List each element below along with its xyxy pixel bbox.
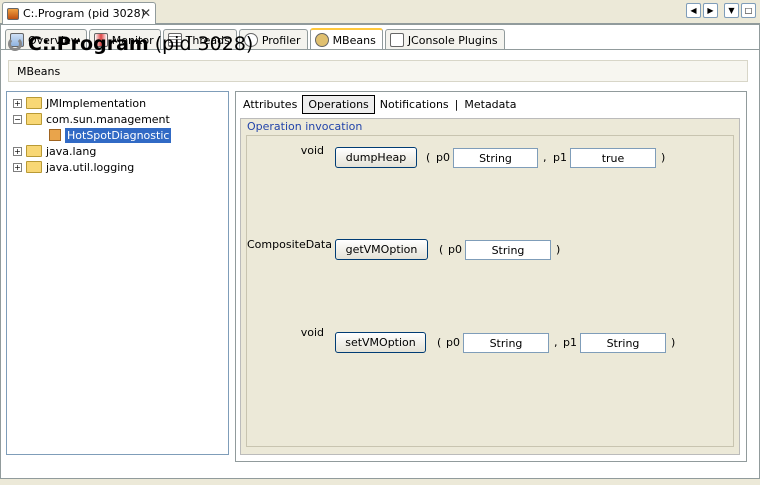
param-label: p1 bbox=[563, 336, 577, 349]
tree-node-label: java.util.logging bbox=[46, 160, 135, 174]
subtab-notifications[interactable]: Notifications bbox=[375, 96, 454, 113]
param-label: p1 bbox=[553, 151, 567, 164]
param-label: p0 bbox=[436, 151, 450, 164]
return-type: void bbox=[300, 144, 324, 157]
getvmoption-button[interactable]: getVMOption bbox=[335, 239, 428, 260]
paren-close: ) bbox=[556, 243, 561, 256]
subtab-metadata[interactable]: Metadata bbox=[459, 96, 521, 113]
tab-label: MBeans bbox=[332, 33, 376, 47]
tree-node-label: com.sun.management bbox=[46, 112, 170, 126]
page-title-name: C:.Program bbox=[28, 33, 149, 55]
mbeans-icon bbox=[314, 33, 329, 47]
plugins-icon bbox=[389, 33, 404, 47]
page-title: C:.Program (pid 3028) bbox=[8, 32, 253, 56]
page-title-pid: (pid 3028) bbox=[154, 33, 254, 55]
document-tabbar: C:.Program (pid 3028) ✕ ◀ ▶ ▼ □ bbox=[0, 0, 760, 24]
subtab-attributes[interactable]: Attributes bbox=[238, 96, 302, 113]
folder-icon bbox=[26, 97, 42, 109]
menu-dropdown-button[interactable]: ▼ bbox=[724, 3, 739, 18]
operation-list: void dumpHeap ( p0 String , p1 true ) Co… bbox=[246, 135, 734, 447]
tree-node-com-sun-management[interactable]: − com.sun.management bbox=[13, 111, 170, 127]
setvmoption-button[interactable]: setVMOption bbox=[335, 332, 426, 353]
maximize-button[interactable]: □ bbox=[741, 3, 756, 18]
tab-label: JConsole Plugins bbox=[407, 33, 498, 47]
param-field-p1[interactable]: true bbox=[570, 148, 656, 168]
loading-spinner-icon bbox=[8, 37, 22, 51]
expand-icon[interactable]: + bbox=[13, 162, 22, 172]
param-field-p0[interactable]: String bbox=[453, 148, 538, 168]
paren-close: ) bbox=[671, 336, 676, 349]
return-type: CompositeData bbox=[247, 238, 332, 251]
mbean-icon bbox=[49, 129, 61, 141]
expand-icon[interactable]: + bbox=[13, 146, 22, 156]
breadcrumb: MBeans bbox=[8, 60, 748, 82]
bottom-strip bbox=[0, 479, 760, 485]
tab-jconsole-plugins[interactable]: JConsole Plugins bbox=[384, 29, 505, 50]
tree-node-label: java.lang bbox=[46, 144, 97, 158]
paren-close: ) bbox=[661, 151, 666, 164]
java-icon bbox=[7, 7, 19, 20]
paren-open: ( bbox=[426, 151, 431, 164]
subtab-separator: | bbox=[454, 97, 459, 111]
mbean-tree: + JMImplementation − com.sun.management … bbox=[6, 91, 229, 455]
tree-node-java-lang[interactable]: + java.lang bbox=[13, 143, 96, 159]
document-tab[interactable]: C:.Program (pid 3028) ✕ bbox=[2, 2, 156, 24]
comma: , bbox=[543, 151, 547, 164]
dumpheap-button[interactable]: dumpHeap bbox=[335, 147, 417, 168]
detail-subtabs: Attributes Operations Notifications | Me… bbox=[238, 93, 521, 115]
param-field-p0[interactable]: String bbox=[465, 240, 551, 260]
tree-node-java-util-logging[interactable]: + java.util.logging bbox=[13, 159, 134, 175]
mbean-detail-panel: Attributes Operations Notifications | Me… bbox=[235, 91, 747, 462]
tree-node-label: HotSpotDiagnostic bbox=[65, 127, 172, 143]
paren-open: ( bbox=[437, 336, 442, 349]
param-field-p1[interactable]: String bbox=[580, 333, 666, 353]
expand-icon[interactable]: + bbox=[13, 98, 22, 108]
tree-node-jmimplementation[interactable]: + JMImplementation bbox=[13, 95, 146, 111]
param-label: p0 bbox=[448, 243, 462, 256]
tree-node-label: JMImplementation bbox=[46, 96, 147, 110]
document-tab-label: C:.Program (pid 3028) bbox=[23, 7, 145, 20]
folder-icon bbox=[26, 161, 42, 173]
return-type: void bbox=[300, 326, 324, 339]
param-label: p0 bbox=[446, 336, 460, 349]
paren-open: ( bbox=[439, 243, 444, 256]
nav-right-button[interactable]: ▶ bbox=[703, 3, 718, 18]
subtab-operations[interactable]: Operations bbox=[302, 94, 375, 114]
folder-icon bbox=[26, 145, 42, 157]
tab-label: Profiler bbox=[261, 33, 301, 47]
window-controls: ◀ ▶ ▼ □ bbox=[686, 3, 756, 18]
close-icon[interactable]: ✕ bbox=[141, 6, 151, 20]
tab-mbeans[interactable]: MBeans bbox=[309, 28, 383, 50]
operation-invocation-legend: Operation invocation bbox=[247, 120, 363, 133]
tree-node-hotspotdiagnostic[interactable]: HotSpotDiagnostic bbox=[49, 127, 172, 143]
param-field-p0[interactable]: String bbox=[463, 333, 549, 353]
comma: , bbox=[554, 336, 558, 349]
folder-icon bbox=[26, 113, 42, 125]
collapse-icon[interactable]: − bbox=[13, 114, 22, 124]
nav-left-button[interactable]: ◀ bbox=[686, 3, 701, 18]
operation-invocation-panel: Operation invocation void dumpHeap ( p0 … bbox=[240, 118, 740, 455]
